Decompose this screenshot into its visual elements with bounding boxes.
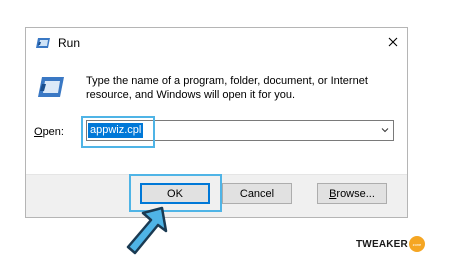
open-label-accelerator: O: [34, 126, 43, 138]
chevron-down-icon[interactable]: [381, 127, 389, 133]
browse-button[interactable]: Browse...: [317, 183, 387, 204]
brand-logo: TWEAKER zone: [356, 236, 425, 252]
close-icon: [388, 37, 398, 47]
run-program-icon: [38, 77, 64, 97]
browse-accelerator: B: [329, 187, 337, 200]
input-highlight-box: [81, 116, 155, 148]
title-bar: Run: [26, 28, 407, 58]
cancel-button[interactable]: Cancel: [222, 183, 292, 204]
browse-label-rest: rowse...: [336, 187, 375, 200]
close-button[interactable]: [379, 28, 407, 56]
brand-badge: zone: [408, 236, 425, 252]
open-label-rest: pen:: [42, 126, 64, 138]
pointer-arrow-icon: [126, 206, 168, 255]
run-app-icon: [36, 38, 50, 48]
open-label: Open:: [34, 126, 64, 138]
run-dialog: Run Type the name of a program, folder, …: [25, 27, 408, 218]
ok-button[interactable]: OK: [140, 183, 210, 204]
description-text: Type the name of a program, folder, docu…: [86, 75, 368, 101]
brand-text: TWEAKER: [356, 238, 408, 250]
window-title: Run: [58, 36, 81, 50]
